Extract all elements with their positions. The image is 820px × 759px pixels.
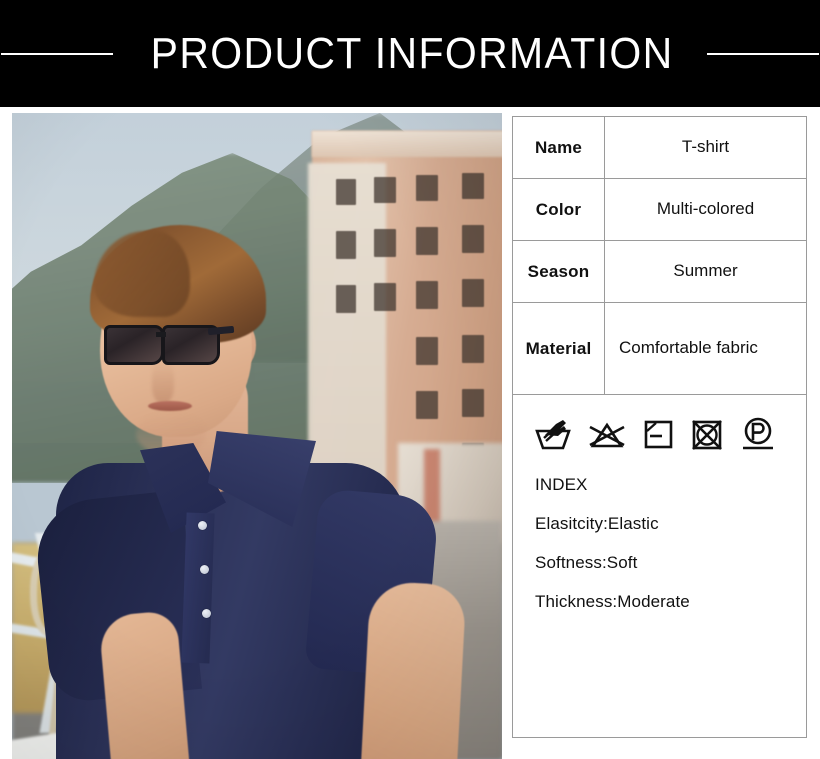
spec-label-material: Material: [513, 303, 605, 394]
header-rule-left: [0, 52, 113, 55]
product-photo: [12, 113, 502, 759]
dry-flat-icon: [641, 417, 675, 451]
table-row: Material Comfortable fabric: [513, 303, 806, 395]
spec-value-name: T-shirt: [681, 137, 730, 157]
spec-value-season: Summer: [673, 261, 738, 281]
do-not-bleach-icon: [587, 417, 627, 451]
header-rule-right: [707, 52, 820, 55]
care-symbol-row: [513, 411, 806, 453]
product-spec-table: Name T-shirt Color Multi-colored Season …: [512, 116, 807, 738]
index-heading: INDEX: [535, 475, 588, 494]
spec-value-color: Multi-colored: [656, 199, 755, 219]
table-row: Color Multi-colored: [513, 179, 806, 241]
photo-vignette: [12, 113, 502, 759]
dry-clean-p-icon: [739, 415, 777, 453]
spec-label-color: Color: [513, 179, 605, 240]
care-and-index-section: INDEX Elasitcity:Elastic Softness:Soft T…: [513, 395, 806, 612]
spec-label-season: Season: [513, 241, 605, 302]
spec-value-material: Comfortable fabric: [619, 338, 758, 358]
index-item-elasticity: Elasitcity:Elastic: [535, 514, 659, 533]
table-row: Name T-shirt: [513, 117, 806, 179]
table-row: Season Summer: [513, 241, 806, 303]
hand-wash-icon: [533, 417, 573, 451]
page-header-banner: PRODUCT INFORMATION: [0, 0, 820, 107]
spec-label-name: Name: [513, 117, 605, 178]
index-item-softness: Softness:Soft: [535, 553, 638, 572]
page-title: PRODUCT INFORMATION: [150, 28, 674, 78]
index-list: INDEX Elasitcity:Elastic Softness:Soft T…: [513, 453, 806, 612]
do-not-tumble-dry-icon: [689, 417, 725, 451]
index-item-thickness: Thickness:Moderate: [535, 592, 690, 611]
